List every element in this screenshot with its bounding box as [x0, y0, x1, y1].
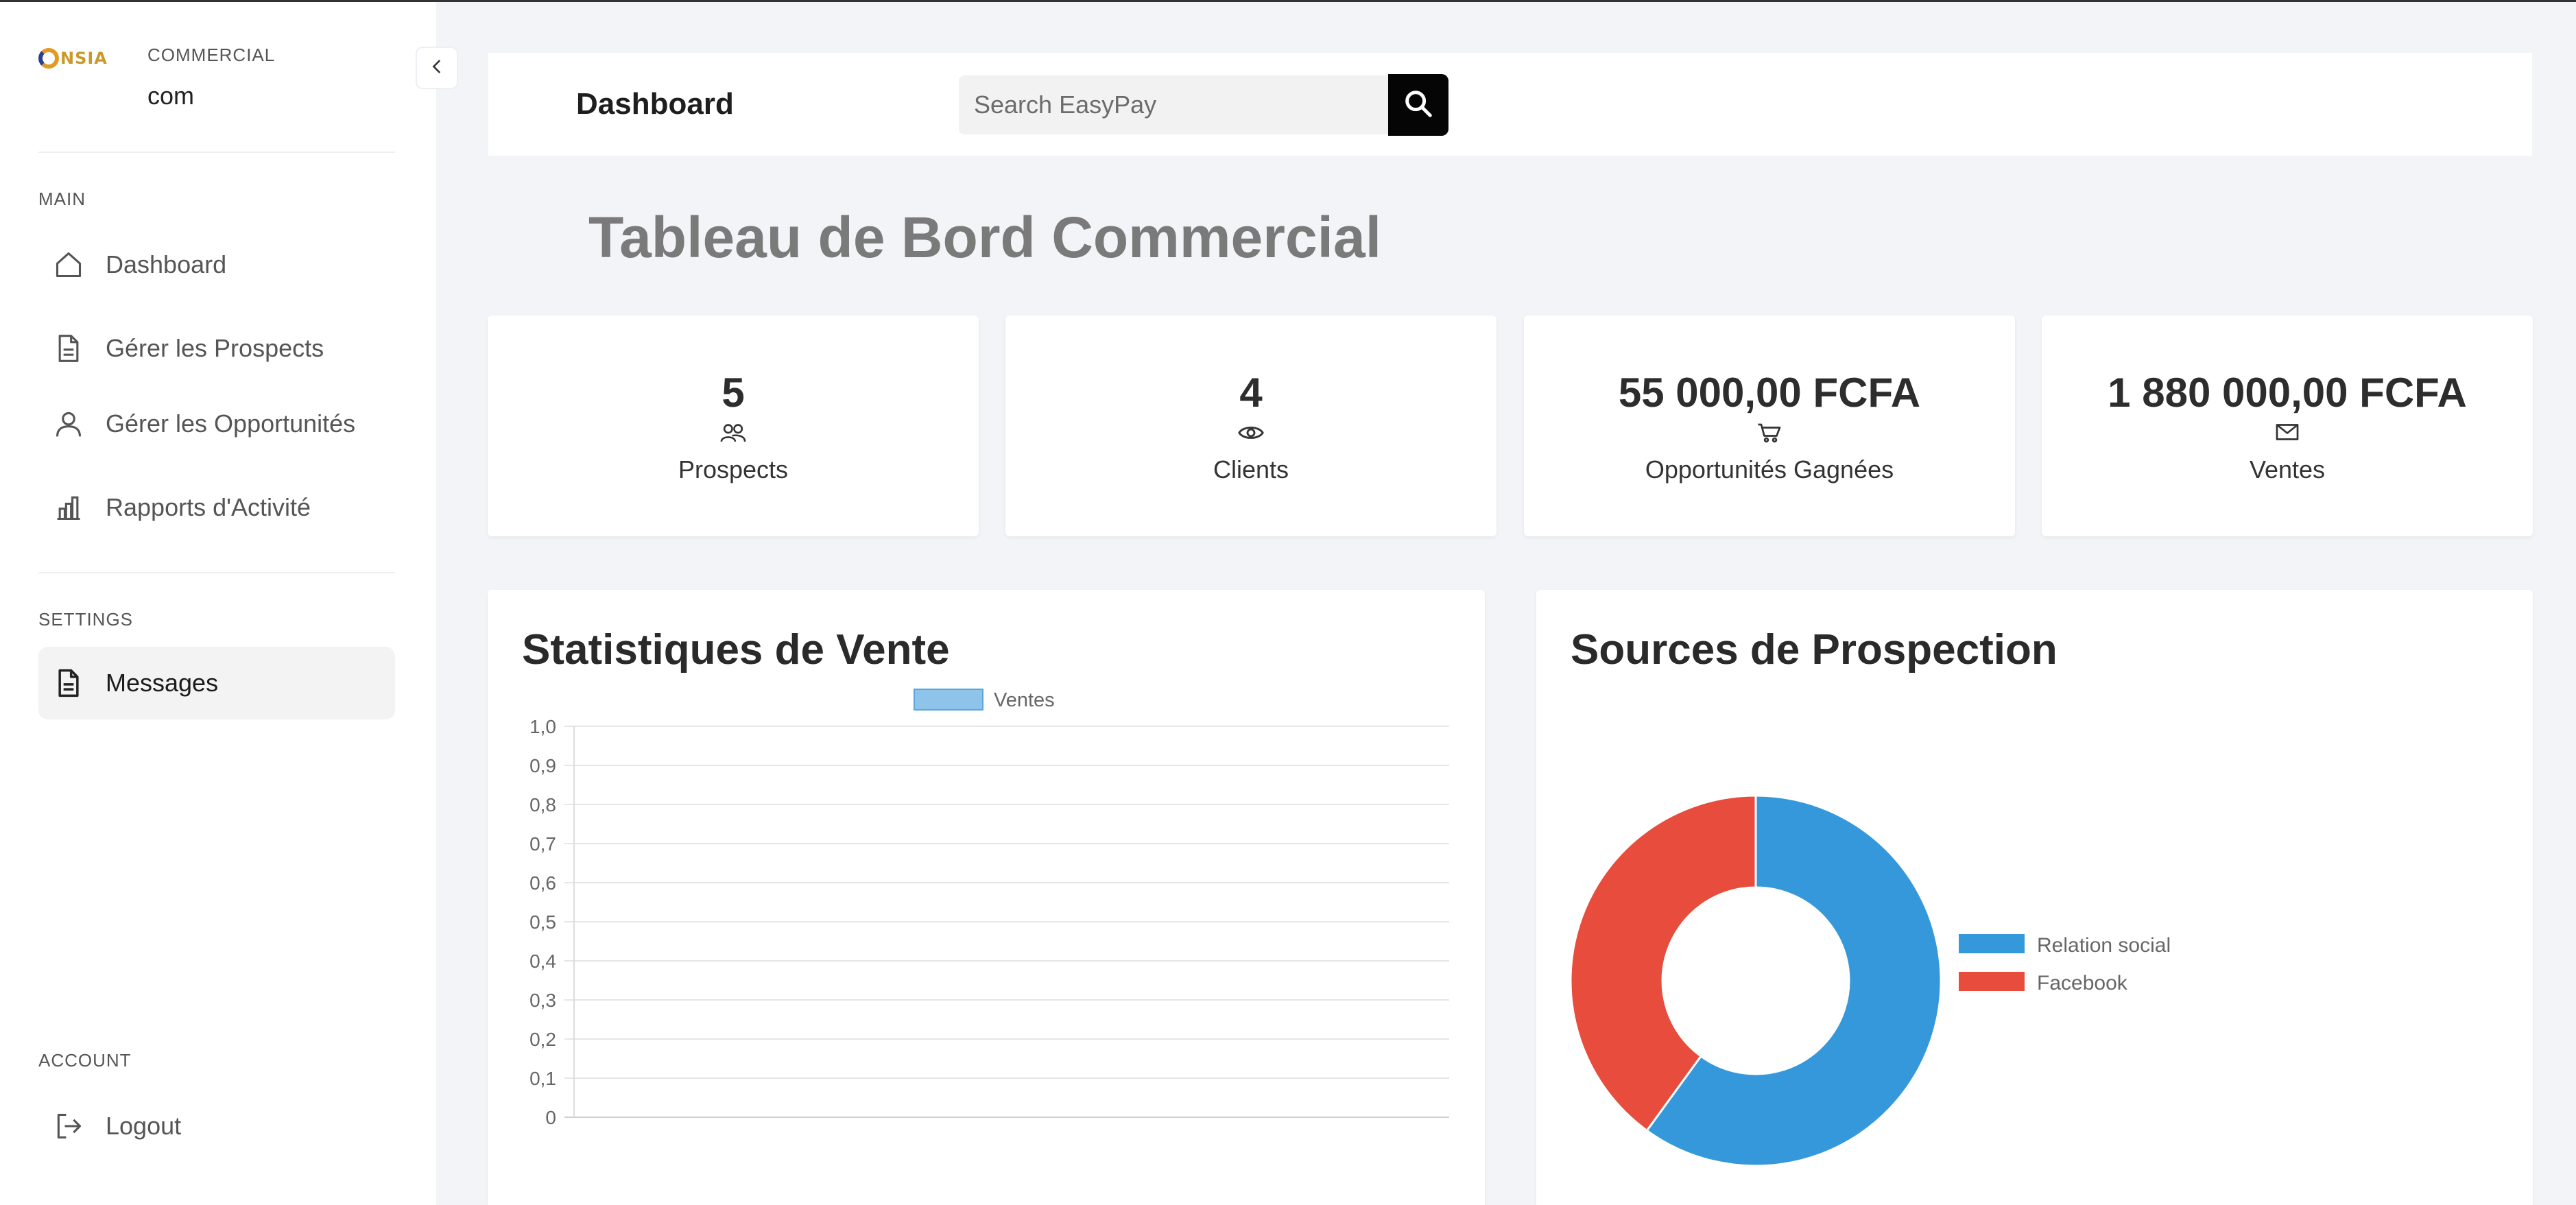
stat-label: Ventes	[2249, 455, 2326, 484]
sidebar-item-label: Dashboard	[106, 250, 227, 278]
user-role: COMMERCIAL	[147, 45, 276, 65]
stat-label: Opportunités Gagnées	[1645, 455, 1894, 484]
user-icon	[52, 407, 85, 440]
y-tick-label: 0,6	[529, 872, 556, 894]
search-icon	[1403, 88, 1434, 123]
stat-card-prospects: 5 Prospects	[488, 315, 979, 536]
y-tick-label: 0,4	[529, 951, 556, 972]
page-title: Tableau de Bord Commercial	[588, 205, 1382, 270]
stat-card-ventes: 1 880 000,00 FCFA Ventes	[2042, 315, 2533, 536]
bar-chart-icon	[52, 491, 85, 524]
section-label-main: MAIN	[38, 189, 86, 209]
company-logo: NSIA	[38, 45, 115, 72]
legend-label: Relation social	[2037, 934, 2171, 957]
cart-icon	[1524, 422, 2015, 443]
y-tick-label: 1,0	[529, 716, 556, 737]
sidebar-item-rapports[interactable]: Rapports d'Activité	[38, 471, 395, 544]
logout-icon	[52, 1110, 85, 1143]
sidebar-divider	[38, 152, 395, 153]
sidebar-item-label: Gérer les Prospects	[106, 334, 324, 362]
sidebar-item-logout[interactable]: Logout	[38, 1090, 395, 1162]
y-tick-label: 0,1	[529, 1068, 556, 1089]
users-icon	[488, 422, 979, 443]
sidebar: NSIA COMMERCIAL com MAIN Dashboard Gérer…	[0, 2, 436, 1205]
mail-icon	[2042, 422, 2533, 442]
y-tick-label: 0,9	[529, 755, 556, 776]
y-tick-label: 0,8	[529, 794, 556, 815]
sidebar-item-dashboard[interactable]: Dashboard	[38, 228, 395, 301]
stat-value: 1 880 000,00 FCFA	[2108, 370, 2467, 416]
legend-swatch	[1959, 934, 2025, 953]
section-label-settings: SETTINGS	[38, 609, 134, 630]
legend-swatch	[914, 689, 983, 711]
sidebar-item-prospects[interactable]: Gérer les Prospects	[38, 312, 395, 385]
logo-text: NSIA	[60, 49, 108, 68]
stat-card-clients: 4 Clients	[1005, 315, 1496, 536]
stat-value: 5	[721, 370, 745, 416]
stat-card-opportunites: 55 000,00 FCFA Opportunités Gagnées	[1524, 315, 2015, 536]
top-header: Dashboard	[488, 53, 2532, 156]
section-label-account: ACCOUNT	[38, 1050, 132, 1071]
stat-label: Prospects	[678, 455, 789, 484]
legend-label: Ventes	[994, 689, 1055, 711]
document-icon	[52, 667, 85, 700]
sales-bar-chart: 0 0,1 0,2 0,3 0,4 0,5 0,6 0,7 0,8 0,9 1,0 Ventes	[529, 689, 1449, 1128]
y-tick-label: 0,5	[529, 911, 556, 933]
sidebar-item-label: Gérer les Opportunités	[106, 409, 356, 438]
sidebar-item-opportunites[interactable]: Gérer les Opportunités	[38, 387, 395, 460]
search-input[interactable]	[959, 75, 1388, 134]
legend-label: Facebook	[2037, 972, 2128, 994]
sales-stats-panel: Statistiques de Vente 0 0,1 0,2 0,3 0,4 0,5 0,…	[488, 590, 1485, 1205]
username: com	[147, 82, 195, 110]
document-icon	[52, 332, 85, 365]
sources-donut-chart: Relation social Facebook	[1569, 794, 2171, 1167]
eye-icon	[1005, 422, 1496, 443]
y-tick-label: 0,2	[529, 1029, 556, 1050]
search-button[interactable]	[1388, 74, 1448, 136]
y-tick-label: 0	[545, 1107, 556, 1128]
y-tick-label: 0,3	[529, 990, 556, 1011]
sidebar-collapse-button[interactable]	[416, 47, 458, 89]
sidebar-item-messages[interactable]: Messages	[38, 647, 395, 719]
header-title: Dashboard	[576, 87, 734, 121]
legend-swatch	[1959, 972, 2025, 991]
chevron-left-icon	[427, 57, 446, 80]
sidebar-divider	[38, 572, 395, 573]
sidebar-item-label: Messages	[106, 669, 219, 697]
home-icon	[52, 248, 85, 281]
stat-value: 55 000,00 FCFA	[1618, 370, 1921, 416]
stat-value: 4	[1239, 370, 1263, 416]
sidebar-item-label: Logout	[106, 1112, 182, 1140]
stat-label: Clients	[1213, 455, 1289, 484]
y-tick-label: 0,7	[529, 833, 556, 855]
logo-ring-icon	[38, 48, 59, 69]
sidebar-item-label: Rapports d'Activité	[106, 493, 311, 521]
prospect-sources-panel: Sources de Prospection Relation social Fa…	[1536, 590, 2533, 1205]
